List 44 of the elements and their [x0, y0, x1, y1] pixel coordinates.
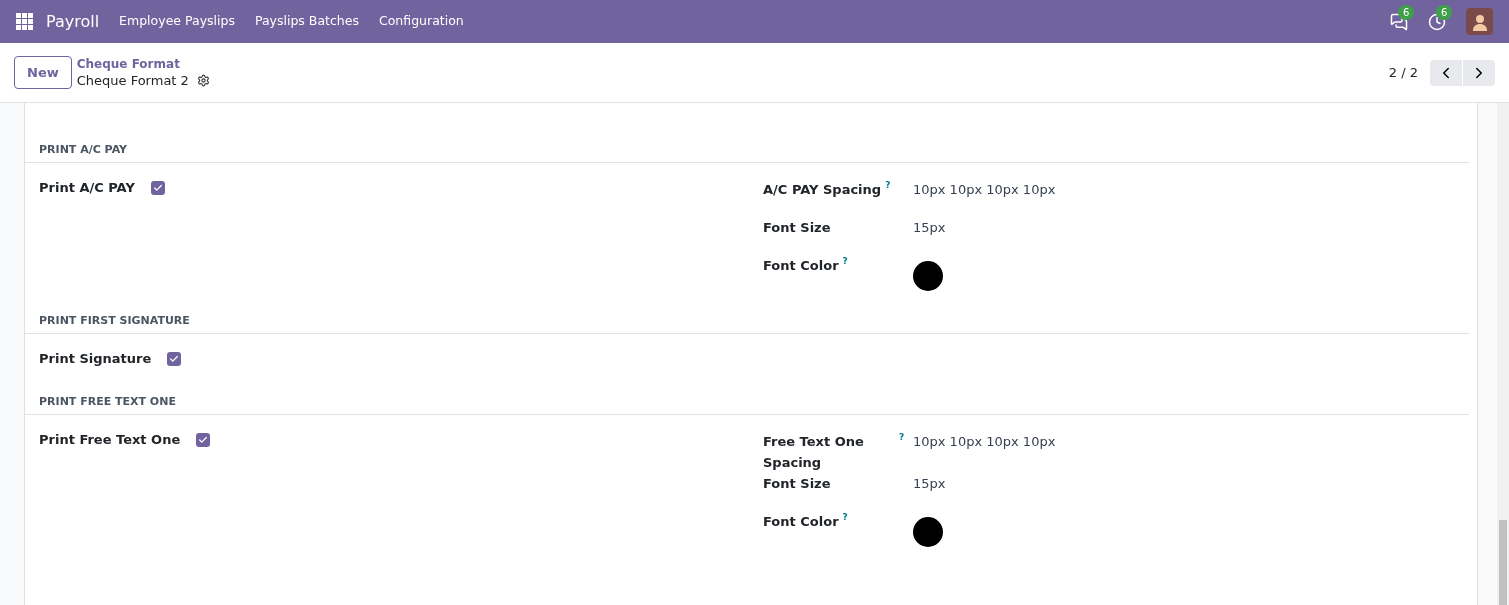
new-button[interactable]: New — [14, 56, 72, 89]
menu-item[interactable]: Employee Payslips — [119, 12, 235, 31]
count-badge: 6 — [1398, 4, 1415, 20]
color-swatch[interactable] — [913, 517, 943, 547]
field-value: 10px 10px 10px 10px — [913, 181, 1056, 199]
section-title: PRINT A/C PAY — [39, 143, 128, 156]
pager-value: 2 / 2 — [1388, 63, 1418, 82]
help-tooltip[interactable]: ? — [842, 255, 848, 267]
checkbox-label: Print Free Text One — [39, 431, 181, 449]
settings-icon[interactable] — [196, 74, 210, 87]
apps-grid-icon[interactable] — [16, 12, 34, 31]
menu-item[interactable]: Payslips Batches — [254, 12, 359, 31]
next-button[interactable] — [1463, 59, 1495, 86]
help-tooltip[interactable]: ? — [885, 179, 891, 191]
field-label: Font Color — [763, 513, 839, 531]
field-value: 15px — [913, 475, 946, 493]
checkbox-label: Print Signature — [39, 350, 152, 368]
checkbox[interactable] — [167, 352, 182, 366]
help-tooltip[interactable]: ? — [842, 511, 848, 523]
field-value: 15px — [913, 219, 946, 237]
field-label: Font Size — [763, 475, 831, 493]
check-icon — [152, 183, 163, 193]
help-tooltip[interactable]: ? — [899, 431, 905, 443]
field-value: 10px 10px 10px 10px — [913, 433, 1056, 451]
user-avatar[interactable] — [1466, 8, 1493, 35]
check-icon — [169, 354, 180, 364]
checkbox[interactable] — [150, 181, 165, 195]
section-title: PRINT FIRST SIGNATURE — [39, 314, 190, 327]
color-swatch[interactable] — [913, 261, 943, 291]
previous-button[interactable] — [1430, 59, 1463, 86]
checkbox[interactable] — [196, 433, 211, 447]
count-badge: 6 — [1436, 4, 1453, 20]
checkbox-label: Print A/C PAY — [39, 179, 135, 197]
check-icon — [198, 435, 209, 445]
field-label: A/C PAY Spacing — [763, 181, 882, 199]
app-title[interactable]: Payroll — [46, 9, 100, 34]
field-label: Free Text One Spacing — [763, 433, 865, 472]
field-label: Font Color — [763, 257, 839, 275]
scrollbar-thumb[interactable] — [1499, 520, 1507, 605]
breadcrumb-link[interactable]: Cheque Format — [76, 55, 210, 72]
field-label: Font Size — [763, 219, 831, 237]
section-title: PRINT FREE TEXT ONE — [39, 395, 176, 408]
menu-item[interactable]: Configuration — [379, 12, 464, 31]
record-title: Cheque Format 2 — [76, 71, 189, 90]
